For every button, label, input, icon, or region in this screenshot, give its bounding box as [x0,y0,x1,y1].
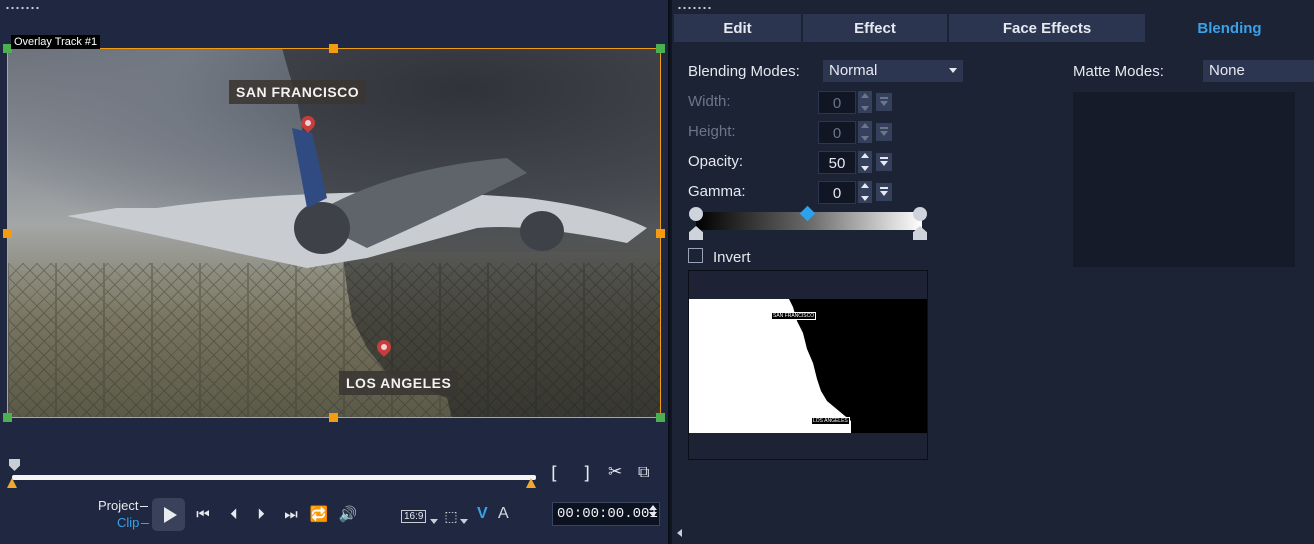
invert-label: Invert [713,249,751,266]
play-icon [163,506,177,523]
matte-preview [1073,92,1295,267]
tab-blending[interactable]: Blending [1147,14,1312,42]
width-field[interactable]: 0 [818,91,856,114]
gamma-stepper[interactable] [858,181,872,203]
height-label: Height: [688,123,736,140]
go-to-start-icon[interactable]: ⏮ [192,503,214,525]
timecode-field[interactable]: 00:00:00.001 [552,502,660,526]
resize-handle-top-right[interactable] [656,44,665,53]
blending-modes-label: Blending Modes: [688,63,800,80]
panel-grip[interactable] [677,6,713,10]
scrubber-track[interactable] [12,475,536,480]
width-label: Width: [688,93,731,110]
gamma-label: Gamma: [688,183,746,200]
overlay-track-label: Overlay Track #1 [11,35,101,49]
clip-mode-toggle[interactable]: Clip [117,515,149,530]
map-label-san-francisco: SAN FRANCISCO [229,80,367,104]
matte-modes-value: None [1209,62,1245,79]
mark-out-icon[interactable]: ] [583,463,590,484]
resize-handle-right[interactable] [656,229,665,238]
gamma-field[interactable]: 0 [818,181,856,204]
invert-checkbox[interactable] [688,248,703,263]
enlarge-preview-icon[interactable]: ⧉ [638,462,649,482]
opacity-field[interactable]: 50 [818,151,856,174]
chevron-down-icon [949,68,957,73]
map-label-los-angeles: LOS ANGELES [339,371,459,395]
opacity-label: Opacity: [688,153,744,170]
width-preset-dropdown-icon[interactable] [876,93,892,111]
smart-proxy-dropdown-icon[interactable] [460,519,468,524]
gamma-black-point-knob[interactable] [689,207,703,221]
mark-in-icon[interactable]: [ [551,463,558,484]
gamma-white-point-knob[interactable] [913,207,927,221]
project-mode-toggle[interactable]: Project [98,498,148,513]
volume-icon[interactable]: 🔊 [337,503,359,525]
mask-preview: SAN FRANCISCO LOS ANGELES [688,270,928,460]
tab-face-effects[interactable]: Face Effects [949,14,1145,42]
height-stepper[interactable] [858,121,872,143]
resize-handle-left[interactable] [3,229,12,238]
matte-modes-dropdown[interactable]: None [1203,60,1314,82]
next-frame-icon[interactable]: ⏵ [250,503,272,525]
gamma-preset-dropdown-icon[interactable] [876,183,892,201]
aspect-ratio-dropdown-icon[interactable] [430,519,438,524]
blending-modes-dropdown[interactable]: Normal [823,60,963,82]
resize-handle-bottom[interactable] [329,413,338,422]
scroll-left-arrow-icon[interactable] [677,529,682,537]
mask-label-los-angeles: LOS ANGELES [811,417,850,425]
mask-shape [689,299,851,433]
opacity-stepper[interactable] [858,151,872,173]
tab-effect[interactable]: Effect [803,14,947,42]
panel-grip[interactable] [5,6,41,10]
blending-modes-value: Normal [829,62,878,79]
repeat-icon[interactable]: 🔁 [308,503,330,525]
height-field[interactable]: 0 [818,121,856,144]
resize-handle-bottom-right[interactable] [656,413,665,422]
width-stepper[interactable] [858,91,872,113]
split-clip-scissors-icon[interactable]: ✂ [608,462,622,482]
play-button[interactable] [152,498,185,531]
timecode-spinner[interactable] [648,503,658,525]
opacity-preset-dropdown-icon[interactable] [876,153,892,171]
options-tabs: Edit Effect Face Effects Blending [674,14,1314,42]
previous-frame-icon[interactable]: ⏴ [223,503,245,525]
resize-handle-top[interactable] [329,44,338,53]
mask-label-san-francisco: SAN FRANCISCO [771,312,817,320]
audio-toggle[interactable]: A [498,505,509,523]
tab-edit[interactable]: Edit [674,14,801,42]
smart-proxy-icon[interactable]: ⬚ [440,506,462,528]
video-toggle[interactable]: V [477,505,488,523]
aspect-ratio-button[interactable]: 16:9 [401,510,427,523]
matte-modes-label: Matte Modes: [1073,63,1164,80]
go-to-end-icon[interactable]: ⏭ [280,503,302,525]
preview-window[interactable]: SAN FRANCISCO LOS ANGELES [7,48,661,418]
resize-handle-bottom-left[interactable] [3,413,12,422]
height-preset-dropdown-icon[interactable] [876,123,892,141]
